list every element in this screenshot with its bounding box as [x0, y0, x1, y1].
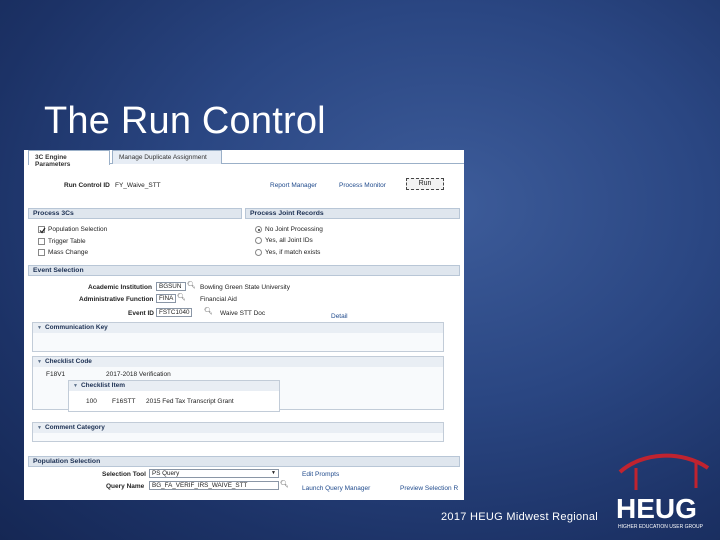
edit-prompts-link[interactable]: Edit Prompts	[302, 471, 339, 478]
mass-change-label: Mass Change	[48, 249, 89, 256]
collapse-triangle-icon: ▼	[37, 325, 42, 331]
query-name-field[interactable]: BG_FA_VERIF_IRS_WAIVE_STT	[149, 481, 279, 490]
communication-key-header[interactable]: ▼ Communication Key	[33, 323, 443, 333]
run-control-screenshot: 3C Engine Parameters Manage Duplicate As…	[24, 150, 464, 500]
event-selection-header: Event Selection	[28, 265, 460, 276]
tab-3c-engine-parameters[interactable]: 3C Engine Parameters	[28, 150, 110, 168]
process-joint-records-header: Process Joint Records	[245, 208, 460, 219]
search-icon[interactable]: 🔍︎	[204, 307, 213, 315]
checklist-code-label: Checklist Code	[44, 358, 92, 365]
population-selection-checkbox[interactable]	[38, 226, 46, 234]
chevron-down-icon: ▼	[271, 470, 276, 476]
detail-link[interactable]: Detail	[331, 313, 348, 320]
event-id-field[interactable]: FSTC1040	[156, 308, 192, 317]
mass-change-checkbox[interactable]	[38, 249, 45, 256]
process-3cs-header: Process 3Cs	[28, 208, 242, 219]
admin-function-desc: Financial Aid	[200, 296, 237, 303]
run-button[interactable]: Run	[406, 178, 444, 190]
slide-title: The Run Control	[44, 100, 326, 142]
trigger-table-checkbox[interactable]	[38, 238, 45, 245]
comment-category-label: Comment Category	[44, 424, 105, 431]
event-id-desc: Waive STT Doc	[220, 310, 266, 317]
comment-category-header[interactable]: ▼ Comment Category	[33, 423, 443, 433]
admin-function-label: Administrative Function	[79, 296, 154, 303]
match-exists-label: Yes, if match exists	[265, 249, 321, 256]
population-selection-header: Population Selection	[28, 456, 460, 467]
academic-institution-label: Academic Institution	[88, 284, 152, 291]
all-joint-ids-label: Yes, all Joint IDs	[265, 237, 313, 244]
academic-institution-field[interactable]: BGSUN	[156, 282, 186, 291]
checklist-item-desc: 2015 Fed Tax Transcript Grant	[146, 398, 234, 405]
match-exists-radio[interactable]	[255, 249, 262, 256]
preview-selection-link[interactable]: Preview Selection R	[400, 485, 458, 492]
tab-bar: 3C Engine Parameters Manage Duplicate As…	[28, 150, 464, 168]
admin-function-field[interactable]: FINA	[156, 294, 176, 303]
comment-category-panel: ▼ Comment Category	[32, 422, 444, 442]
checklist-item-code: F16STT	[112, 398, 136, 405]
search-icon[interactable]: 🔍︎	[177, 293, 186, 301]
checklist-code-desc: 2017-2018 Verification	[106, 371, 171, 378]
heug-logo: HEUG HIGHER EDUCATION USER GROUP	[616, 453, 710, 530]
footer-text: 2017 HEUG Midwest Regional	[441, 511, 598, 523]
tab-manage-duplicate-assignment[interactable]: Manage Duplicate Assignment	[112, 150, 222, 164]
run-control-value: FY_Waive_STT	[115, 182, 161, 189]
process-monitor-link[interactable]: Process Monitor	[339, 182, 386, 189]
query-name-label: Query Name	[106, 483, 145, 490]
checklist-item-seq: 100	[86, 398, 97, 405]
trigger-table-label: Trigger Table	[48, 238, 86, 245]
launch-query-manager-link[interactable]: Launch Query Manager	[302, 485, 370, 492]
selection-tool-select[interactable]: PS Query ▼	[149, 469, 279, 478]
collapse-triangle-icon: ▼	[73, 383, 78, 389]
no-joint-processing-label: No Joint Processing	[265, 226, 323, 233]
selection-tool-label: Selection Tool	[102, 471, 146, 478]
search-icon[interactable]: 🔍︎	[280, 480, 289, 488]
selection-tool-value: PS Query	[152, 470, 180, 477]
run-control-label: Run Control ID	[64, 182, 110, 189]
no-joint-processing-radio[interactable]	[255, 226, 262, 233]
communication-key-label: Communication Key	[44, 324, 108, 331]
all-joint-ids-radio[interactable]	[255, 237, 262, 244]
checklist-code-value: F18V1	[46, 371, 66, 378]
checklist-item-panel: ▼ Checklist Item	[68, 380, 280, 412]
report-manager-link[interactable]: Report Manager	[270, 182, 317, 189]
event-id-label: Event ID	[128, 310, 155, 317]
academic-institution-desc: Bowling Green State University	[200, 284, 290, 291]
collapse-triangle-icon: ▼	[37, 359, 42, 365]
logo-subtext: HIGHER EDUCATION USER GROUP	[618, 524, 704, 530]
checklist-item-header[interactable]: ▼ Checklist Item	[69, 381, 279, 391]
logo-wordmark: HEUG	[616, 493, 697, 524]
communication-key-panel: ▼ Communication Key	[32, 322, 444, 352]
checklist-item-label: Checklist Item	[80, 382, 126, 389]
collapse-triangle-icon: ▼	[37, 425, 42, 431]
search-icon[interactable]: 🔍︎	[187, 281, 196, 289]
population-selection-label: Population Selection	[48, 226, 108, 233]
check-icon	[39, 227, 46, 234]
checklist-code-header[interactable]: ▼ Checklist Code	[33, 357, 443, 367]
